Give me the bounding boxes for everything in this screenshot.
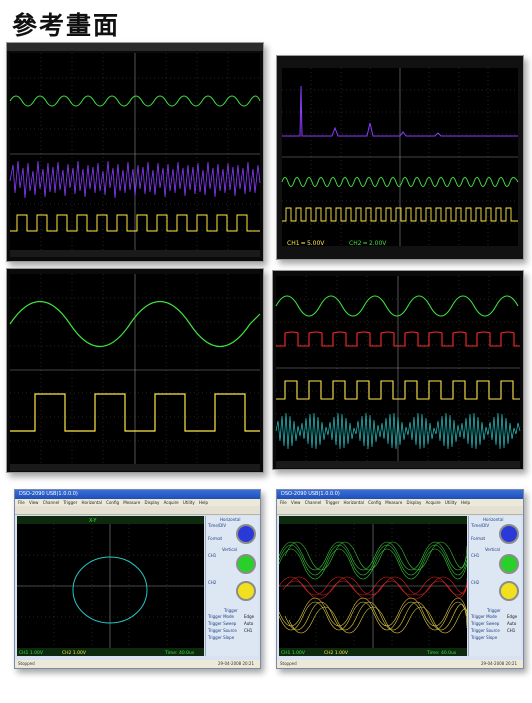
toolbar[interactable] — [15, 506, 260, 515]
vertical-section-label: Vertical — [485, 547, 500, 552]
format-label: Format — [471, 536, 486, 541]
trigger-sweep-value[interactable]: Auto — [507, 621, 516, 626]
trigger-source-label: Trigger Source — [471, 628, 500, 633]
time-knob[interactable] — [499, 524, 519, 544]
menu-bar[interactable]: File View Channel Trigger Horizontal Con… — [15, 499, 260, 506]
window-status-bar: Stopped 29-04-2008 20:21 — [277, 660, 523, 668]
horizontal-section-label: Horizontal — [483, 517, 504, 522]
trigger-sweep-label: Trigger Sweep — [208, 621, 237, 626]
ch2-scale-label: CH2 ═ 2.00V — [349, 240, 387, 247]
menu-bar[interactable]: File View Channel Trigger Horizontal Con… — [277, 499, 523, 506]
ch2-knob[interactable] — [499, 581, 519, 601]
status-text: Stopped — [18, 661, 35, 666]
scope-screen-a — [6, 42, 264, 262]
time-div-label: Time/DIV — [208, 523, 227, 528]
control-panel: Horizontal Time/DIV Format Vertical CH1 … — [205, 516, 258, 656]
trigger-mode-label: Trigger Mode — [471, 614, 497, 619]
ch2-status: CH2 1.00V — [62, 650, 87, 656]
trigger-source-value[interactable]: CH1 — [507, 628, 515, 633]
time-div-label: Time/DIV — [471, 523, 490, 528]
window-title-bar: DSO-2090 USB(1.0.0.0) — [15, 490, 260, 499]
software-window-persistence: DSO-2090 USB(1.0.0.0) File View Channel … — [276, 489, 524, 669]
trigger-section-label: Trigger — [487, 608, 501, 613]
status-time: 29-04-2008 20:21 — [217, 661, 254, 666]
ch1-status: CH1 1.00V — [19, 650, 44, 656]
ch1-label: CH1 — [471, 553, 480, 558]
window-status-bar: Stopped 29-04-2008 20:21 — [15, 660, 260, 668]
time-div-status: Time: 40.0us — [164, 650, 195, 656]
page-title: 參考畫面 — [12, 11, 121, 40]
control-panel: Horizontal Time/DIV Format Vertical CH1 … — [468, 516, 521, 656]
ch1-label: CH1 — [208, 553, 217, 558]
xy-mode-label: X-Y — [89, 518, 97, 524]
time-knob[interactable] — [236, 524, 256, 544]
trigger-source-label: Trigger Source — [208, 628, 237, 633]
status-text: Stopped — [280, 661, 297, 666]
ch1-knob[interactable] — [236, 554, 256, 574]
time-div-status: Time: 40.0us — [426, 650, 457, 656]
trigger-section-label: Trigger — [224, 608, 238, 613]
scope-screen-b: CH1 ═ 5.00V CH2 ═ 2.00V — [276, 55, 524, 260]
scope-screen-c — [6, 268, 264, 473]
scope-screen-d — [272, 270, 524, 470]
ch1-scale-label: CH1 ═ 5.00V — [287, 240, 325, 247]
scope-title-bar — [7, 43, 263, 51]
toolbar[interactable] — [277, 506, 523, 515]
scope-status-bar — [10, 250, 260, 257]
scope-status-bar — [276, 461, 520, 468]
window-title-bar: DSO-2090 USB(1.0.0.0) — [277, 490, 523, 499]
vertical-section-label: Vertical — [222, 547, 237, 552]
trigger-slope-label: Trigger Slope — [471, 635, 498, 640]
software-window-xy: DSO-2090 USB(1.0.0.0) File View Channel … — [14, 489, 261, 669]
trigger-slope-label: Trigger Slope — [208, 635, 235, 640]
trigger-sweep-label: Trigger Sweep — [471, 621, 500, 626]
trigger-mode-value[interactable]: Edge — [244, 614, 254, 619]
ch1-status: CH1 1.00V — [281, 650, 306, 656]
trigger-source-value[interactable]: CH1 — [244, 628, 252, 633]
format-label: Format — [208, 536, 223, 541]
ch2-status: CH2 1.00V — [324, 650, 349, 656]
trigger-mode-label: Trigger Mode — [208, 614, 234, 619]
ch2-knob[interactable] — [236, 581, 256, 601]
horizontal-section-label: Horizontal — [220, 517, 241, 522]
status-time: 29-04-2008 20:21 — [480, 661, 517, 666]
ch2-label: CH2 — [471, 580, 480, 585]
ch1-knob[interactable] — [499, 554, 519, 574]
trigger-sweep-value[interactable]: Auto — [244, 621, 253, 626]
ch2-label: CH2 — [208, 580, 217, 585]
scope-status-bar — [10, 464, 260, 471]
trigger-mode-value[interactable]: Edge — [507, 614, 517, 619]
